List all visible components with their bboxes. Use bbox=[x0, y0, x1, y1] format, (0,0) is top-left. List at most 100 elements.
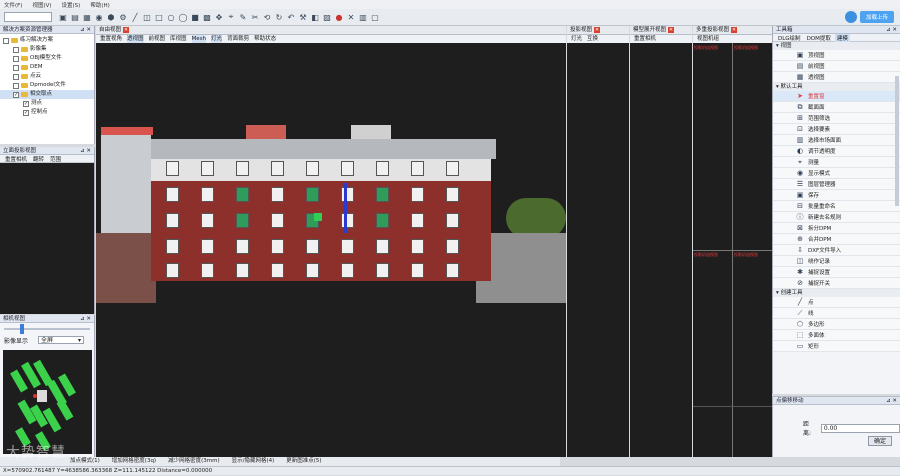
tree-item[interactable]: ✓ 控制点 bbox=[0, 108, 94, 117]
tab-view-group[interactable]: 视图机组 bbox=[697, 35, 719, 43]
tab-reset-camera[interactable]: 重置相机 bbox=[634, 35, 656, 43]
checkbox[interactable] bbox=[3, 37, 9, 44]
refresh-icon[interactable]: ↻ bbox=[274, 12, 284, 22]
window-icon[interactable]: ▢ bbox=[370, 12, 380, 22]
open-icon[interactable]: ▣ bbox=[58, 12, 68, 22]
free-view-tab[interactable]: 自由视图 ✕ bbox=[96, 26, 566, 35]
mode-increase-mesh[interactable]: 增加网格密度(3q) bbox=[112, 457, 156, 466]
tab-dom[interactable]: DOM提取 bbox=[805, 34, 833, 42]
tool-item[interactable]: ⬚ 多面体 bbox=[773, 330, 900, 341]
tab-front[interactable]: 前视图 bbox=[149, 35, 166, 43]
pin-icon[interactable]: ⊿ ✕ bbox=[886, 26, 897, 34]
tool-item[interactable]: ➤ 重置窗 bbox=[773, 91, 900, 102]
tree-item[interactable]: 影像集 bbox=[0, 45, 94, 54]
layer-icon[interactable]: ◧ bbox=[310, 12, 320, 22]
tool-item[interactable]: ◫ 绕作记录 bbox=[773, 256, 900, 267]
menu-help[interactable]: 帮助(H) bbox=[90, 1, 109, 9]
tab-dlg[interactable]: DLG绘制 bbox=[776, 34, 803, 42]
tab-reset-camera[interactable]: 重置相机 bbox=[3, 155, 29, 163]
image-display-select[interactable]: 全屏 ▾ bbox=[38, 336, 85, 344]
mode-toggle-mesh[interactable]: 显示/隐藏网格(4) bbox=[232, 457, 275, 466]
multi-projection-tab[interactable]: 多重投影视图 ✕ bbox=[693, 26, 772, 35]
model-unfold-viewport[interactable] bbox=[630, 43, 692, 457]
tool-item[interactable]: ⊡ 选择要素 bbox=[773, 124, 900, 135]
camera-minimap[interactable] bbox=[3, 350, 92, 454]
record-icon[interactable]: ● bbox=[334, 12, 344, 22]
checkbox[interactable] bbox=[13, 55, 19, 62]
settings-icon[interactable]: ⚙ bbox=[118, 12, 128, 22]
tools-icon[interactable]: ⚒ bbox=[298, 12, 308, 22]
distance-input[interactable]: 0.00 bbox=[820, 423, 900, 433]
photo-icon[interactable]: ▨ bbox=[322, 12, 332, 22]
tool-item[interactable]: ▣ 顶视图 bbox=[773, 50, 900, 61]
tab-reset-view[interactable]: 重置视角 bbox=[100, 35, 122, 43]
tool-item[interactable]: ◉ 显示模式 bbox=[773, 168, 900, 179]
square-icon[interactable]: □ bbox=[154, 12, 164, 22]
tool-item[interactable]: ⓘ 新建去名规则 bbox=[773, 212, 900, 223]
tool-item[interactable]: ⊕ 合并DPM bbox=[773, 234, 900, 245]
tool-item[interactable]: ⬡ 多边形 bbox=[773, 319, 900, 330]
cross-icon[interactable]: ✕ bbox=[346, 12, 356, 22]
circle-icon[interactable]: ○ bbox=[166, 12, 176, 22]
checkbox[interactable]: ✓ bbox=[13, 91, 19, 98]
tool-item[interactable]: ⊠ 拆分DPM bbox=[773, 223, 900, 234]
square-icon[interactable]: ■ bbox=[190, 12, 200, 22]
grid-icon[interactable]: ▦ bbox=[82, 12, 92, 22]
tab-light[interactable]: 灯光 bbox=[571, 35, 582, 43]
tool-item[interactable]: ⊟ 批量重命名 bbox=[773, 201, 900, 212]
undo-icon[interactable]: ↶ bbox=[286, 12, 296, 22]
tool-item[interactable]: ◐ 调节透明度 bbox=[773, 146, 900, 157]
tab-help-status[interactable]: 帮助状态 bbox=[254, 35, 276, 43]
toolbox-scrollbar[interactable] bbox=[895, 76, 899, 206]
free-view-viewport[interactable] bbox=[96, 43, 566, 457]
edit-icon[interactable]: ✎ bbox=[238, 12, 248, 22]
tab-swap[interactable]: 互换 bbox=[587, 35, 598, 43]
tab-flip[interactable]: 翻转 bbox=[31, 155, 46, 163]
close-icon[interactable]: ✕ bbox=[731, 27, 738, 33]
checkbox[interactable] bbox=[13, 82, 19, 89]
confirm-button[interactable]: 确定 bbox=[868, 436, 892, 446]
close-icon[interactable]: ✕ bbox=[668, 27, 675, 33]
tool-item[interactable]: ⊞ 范围筛选 bbox=[773, 113, 900, 124]
login-button[interactable]: 加载上传 bbox=[859, 11, 894, 23]
tree-item[interactable]: ✓ 测点 bbox=[0, 99, 94, 108]
checkbox[interactable] bbox=[13, 46, 19, 53]
tool-item[interactable]: ⟋ 线 bbox=[773, 308, 900, 319]
tool-item[interactable]: ⌖ 测量 bbox=[773, 157, 900, 168]
pin-icon[interactable]: ⊿ ✕ bbox=[886, 397, 897, 405]
tool-item[interactable]: ▦ 透视图 bbox=[773, 72, 900, 83]
multi-projection-viewport[interactable]: 投影机组视图 投影机组视图 投影机组视图 投影机组视图 bbox=[693, 43, 772, 457]
menu-settings[interactable]: 设置(S) bbox=[62, 1, 81, 9]
tool-item[interactable]: ✱ 捕捉设置 bbox=[773, 267, 900, 278]
tool-item[interactable]: ▥ 选择市场面面 bbox=[773, 135, 900, 146]
toolbox-section-header[interactable]: ▾ 视图 bbox=[773, 42, 900, 50]
measure-icon[interactable]: ⌖ bbox=[226, 12, 236, 22]
pin-icon[interactable]: ⊿ ✕ bbox=[80, 26, 91, 34]
grid-icon[interactable]: ▩ bbox=[202, 12, 212, 22]
toolbar-select[interactable] bbox=[4, 12, 52, 22]
tool-item[interactable]: ▭ 矩形 bbox=[773, 341, 900, 352]
menu-file[interactable]: 文件(F) bbox=[4, 1, 22, 9]
tree-item[interactable]: ✓ 相交取点 bbox=[0, 90, 94, 99]
mode-update-points[interactable]: 更新图准点(5) bbox=[286, 457, 321, 466]
pin-icon[interactable]: ⊿ ✕ bbox=[80, 147, 91, 155]
tool-item[interactable]: ▤ 前视图 bbox=[773, 61, 900, 72]
checkbox[interactable] bbox=[13, 64, 19, 71]
polygon-icon[interactable]: ⬢ bbox=[106, 12, 116, 22]
layout-icon[interactable]: ▥ bbox=[358, 12, 368, 22]
tab-light[interactable]: 灯光 bbox=[211, 35, 223, 43]
circle-icon[interactable]: ◯ bbox=[178, 12, 188, 22]
box-icon[interactable]: ◫ bbox=[142, 12, 152, 22]
close-icon[interactable]: ✕ bbox=[123, 27, 130, 33]
move-icon[interactable]: ✥ bbox=[214, 12, 224, 22]
tool-item[interactable]: ⧉ 截面面 bbox=[773, 102, 900, 113]
cut-icon[interactable]: ✂ bbox=[250, 12, 260, 22]
tool-item[interactable]: ⇩ DXF文件导入 bbox=[773, 245, 900, 256]
tree-item[interactable]: OBJ模型文件 bbox=[0, 54, 94, 63]
tool-item[interactable]: ⊘ 捕捉开关 bbox=[773, 278, 900, 289]
toolbox-section-header[interactable]: ▾ 创建工具 bbox=[773, 289, 900, 297]
menu-view[interactable]: 视图(V) bbox=[32, 1, 51, 9]
tree-item[interactable]: DEM bbox=[0, 63, 94, 72]
pin-icon[interactable]: ⊿ ✕ bbox=[80, 315, 91, 323]
camera-slider[interactable] bbox=[0, 323, 94, 335]
